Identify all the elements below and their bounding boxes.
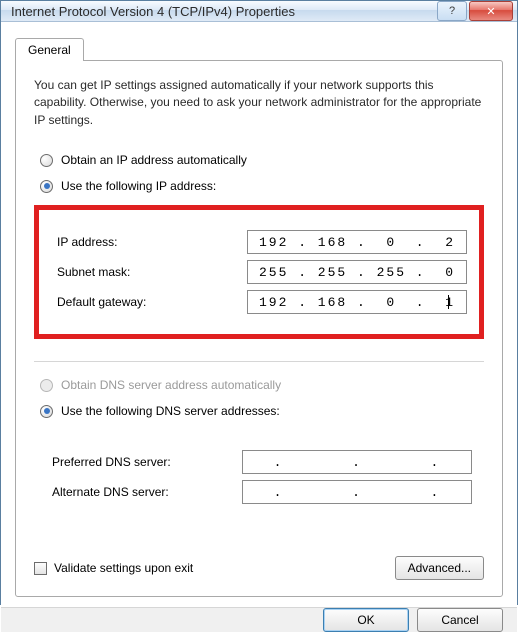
label-alternate-dns: Alternate DNS server: (52, 485, 242, 499)
input-default-gateway[interactable] (247, 290, 467, 314)
dialog-body: General You can get IP settings assigned… (1, 22, 517, 607)
radio-icon (40, 154, 53, 167)
row-subnet-mask: Subnet mask: (57, 260, 467, 284)
titlebar: Internet Protocol Version 4 (TCP/IPv4) P… (1, 1, 517, 22)
tab-panel-general: You can get IP settings assigned automat… (15, 60, 503, 597)
radio-dns-auto: Obtain DNS server address automatically (40, 378, 484, 392)
text-caret (448, 295, 449, 309)
radio-dns-auto-label: Obtain DNS server address automatically (61, 378, 281, 392)
row-preferred-dns: Preferred DNS server: (52, 450, 472, 474)
input-ip-address[interactable] (247, 230, 467, 254)
window-title: Internet Protocol Version 4 (TCP/IPv4) P… (11, 4, 435, 19)
label-ip-address: IP address: (57, 235, 247, 249)
checkbox-icon (34, 562, 47, 575)
cancel-button[interactable]: Cancel (417, 608, 503, 632)
advanced-button[interactable]: Advanced... (395, 556, 484, 580)
dialog-window: Internet Protocol Version 4 (TCP/IPv4) P… (0, 0, 518, 605)
radio-icon (40, 180, 53, 193)
radio-ip-manual[interactable]: Use the following IP address: (40, 179, 484, 193)
checkbox-validate[interactable]: Validate settings upon exit (34, 561, 193, 575)
radio-ip-auto[interactable]: Obtain an IP address automatically (40, 153, 484, 167)
gateway-wrap (247, 290, 467, 314)
tab-general-label: General (28, 43, 71, 57)
advanced-button-label: Advanced... (408, 561, 471, 575)
window-controls: ? ✕ (435, 1, 513, 21)
input-subnet-mask[interactable] (247, 260, 467, 284)
input-preferred-dns[interactable] (242, 450, 472, 474)
tab-general[interactable]: General (15, 38, 84, 61)
row-default-gateway: Default gateway: (57, 290, 467, 314)
help-icon: ? (449, 5, 455, 17)
cancel-button-label: Cancel (441, 613, 478, 627)
dns-fields-group: Preferred DNS server: Alternate DNS serv… (34, 430, 484, 524)
separator (34, 361, 484, 362)
row-ip-address: IP address: (57, 230, 467, 254)
row-alternate-dns: Alternate DNS server: (52, 480, 472, 504)
radio-ip-auto-label: Obtain an IP address automatically (61, 153, 247, 167)
tabstrip: General (15, 36, 503, 60)
radio-dns-manual-label: Use the following DNS server addresses: (61, 404, 280, 418)
radio-ip-manual-label: Use the following IP address: (61, 179, 216, 193)
bottom-row: Validate settings upon exit Advanced... (34, 556, 484, 580)
radio-icon (40, 379, 53, 392)
input-alternate-dns[interactable] (242, 480, 472, 504)
close-button[interactable]: ✕ (469, 1, 513, 21)
ip-fields-group: IP address: Subnet mask: Default gateway… (34, 205, 484, 339)
label-default-gateway: Default gateway: (57, 295, 247, 309)
help-button[interactable]: ? (437, 1, 467, 21)
label-preferred-dns: Preferred DNS server: (52, 455, 242, 469)
ok-button[interactable]: OK (323, 608, 409, 632)
dialog-footer: OK Cancel (1, 607, 517, 632)
checkbox-validate-label: Validate settings upon exit (54, 561, 193, 575)
close-icon: ✕ (486, 5, 495, 18)
description-text: You can get IP settings assigned automat… (34, 77, 484, 129)
radio-dns-manual[interactable]: Use the following DNS server addresses: (40, 404, 484, 418)
label-subnet-mask: Subnet mask: (57, 265, 247, 279)
ok-button-label: OK (357, 613, 374, 627)
radio-icon (40, 405, 53, 418)
